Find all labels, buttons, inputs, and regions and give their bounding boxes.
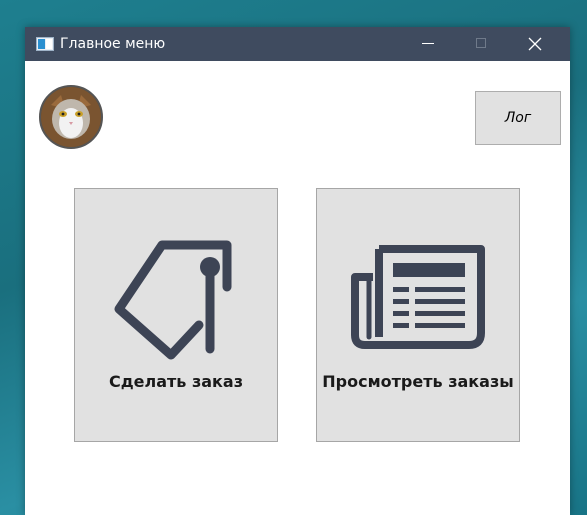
newspaper-icon <box>351 245 485 349</box>
title-bar[interactable]: Главное меню <box>25 27 570 61</box>
view-orders-label: Просмотреть заказы <box>322 372 514 391</box>
app-window-icon <box>36 37 54 51</box>
view-orders-button[interactable]: Просмотреть заказы <box>316 188 520 442</box>
price-tag-icon <box>114 240 232 360</box>
close-button[interactable] <box>512 27 558 61</box>
log-button[interactable]: Лог <box>475 91 561 145</box>
make-order-label: Сделать заказ <box>108 372 244 391</box>
minimize-button[interactable] <box>405 27 451 61</box>
close-icon <box>528 37 542 51</box>
make-order-button[interactable]: Сделать заказ <box>74 188 278 442</box>
maximize-button[interactable] <box>458 27 504 61</box>
window-title: Главное меню <box>60 36 166 52</box>
cat-avatar-image <box>41 87 101 147</box>
main-window: Главное меню Лог Сделать заказ Просмотре… <box>25 27 570 515</box>
avatar[interactable] <box>39 85 103 149</box>
